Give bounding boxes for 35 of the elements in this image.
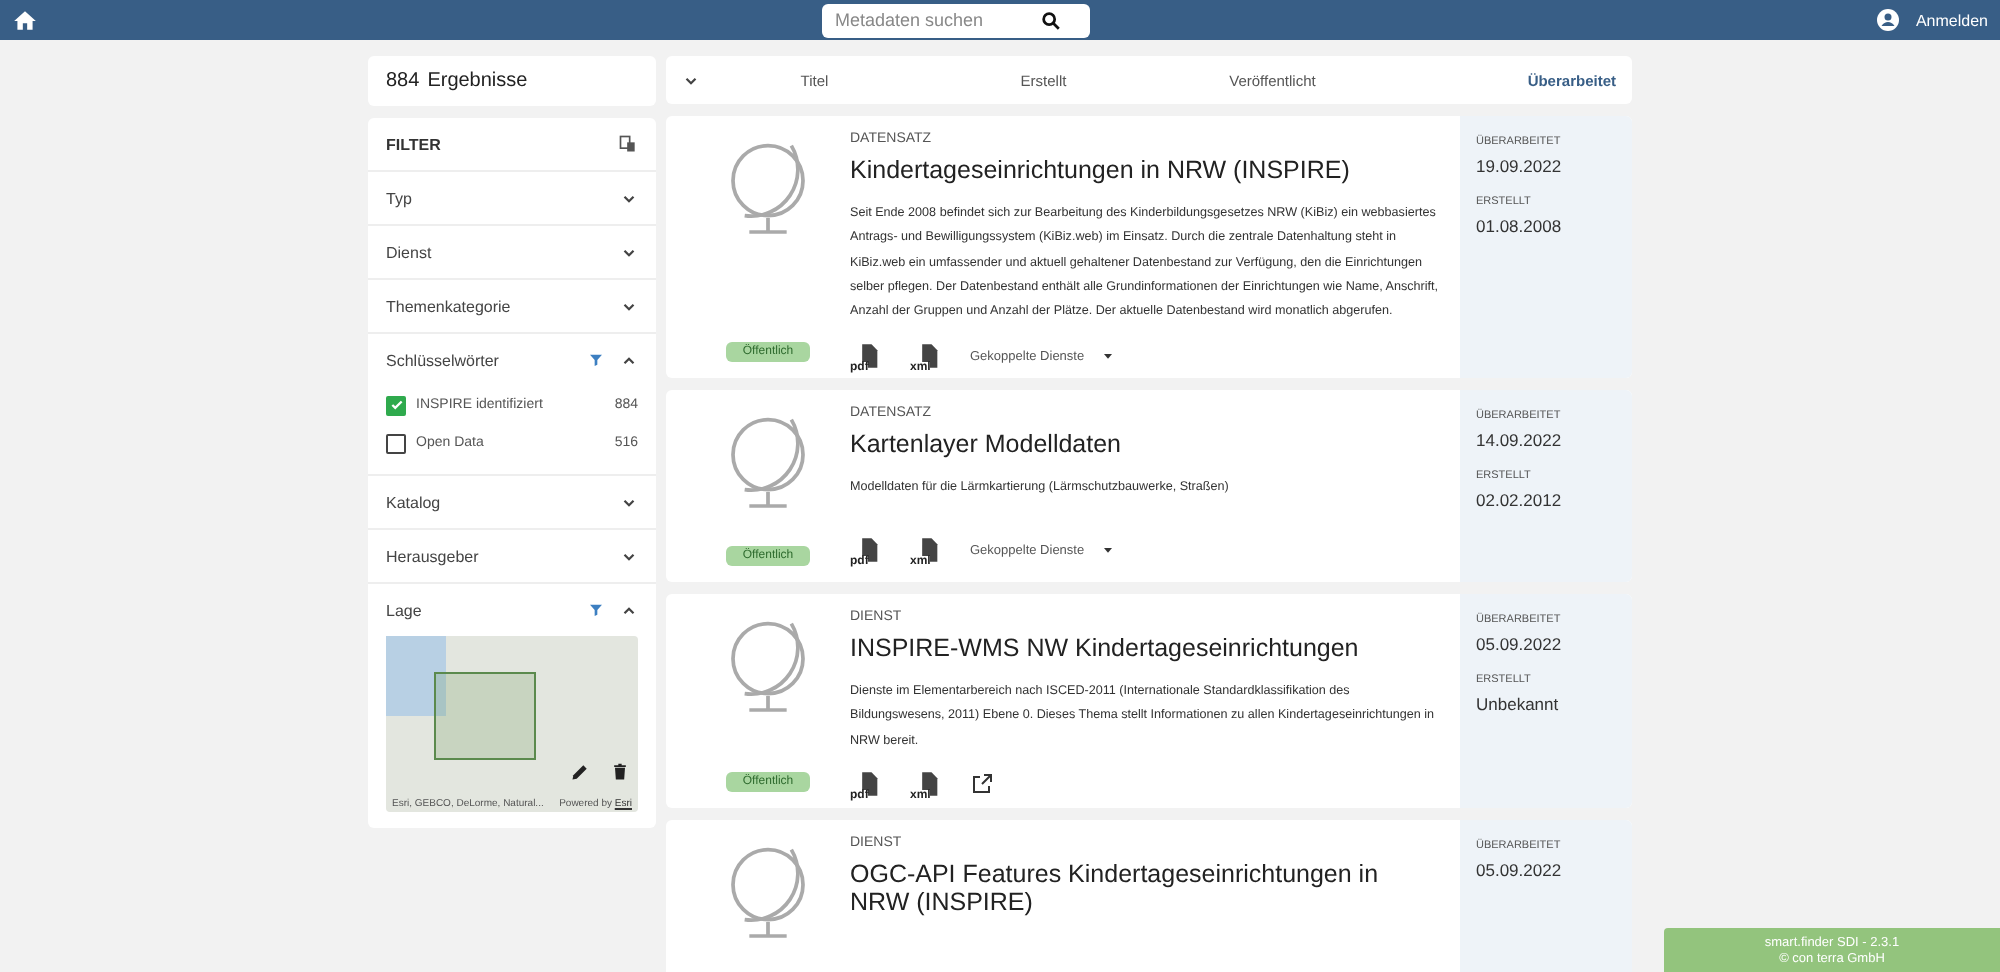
result-count: 884 xyxy=(386,70,420,92)
reset-filter-icon[interactable] xyxy=(618,134,638,154)
date-value: 19.09.2022 xyxy=(1476,156,1564,177)
login-link[interactable]: Anmelden xyxy=(1915,11,1988,29)
filter-section-header[interactable]: Schlüsselwörter xyxy=(368,334,656,386)
checkbox[interactable] xyxy=(386,395,406,415)
date-value: 01.08.2008 xyxy=(1476,216,1564,237)
filter-section-header[interactable]: Katalog xyxy=(368,476,656,528)
record-title[interactable]: INSPIRE-WMS NW Kindertageseinrichtungen xyxy=(850,633,1440,662)
filter-section-header[interactable]: Herausgeber xyxy=(368,530,656,582)
filter-section-header[interactable]: Lage xyxy=(368,584,656,636)
account-icon[interactable] xyxy=(1875,8,1900,32)
date-value: 14.09.2022 xyxy=(1476,429,1564,450)
selection-rectangle[interactable] xyxy=(434,672,536,760)
date-value: Unbekannt xyxy=(1476,693,1561,714)
sea-area xyxy=(386,636,446,716)
checkbox[interactable] xyxy=(386,433,406,453)
external-link-icon[interactable] xyxy=(970,772,994,797)
trash-icon[interactable] xyxy=(610,762,630,782)
record-title[interactable]: OGC-API Features Kindertageseinrichtungen in NRW (INSPIRE) xyxy=(850,860,1440,916)
date-value: 02.02.2012 xyxy=(1476,489,1564,510)
search-icon[interactable] xyxy=(1040,9,1063,31)
results-label: Ergebnisse xyxy=(427,70,528,92)
filter-section-header[interactable]: Dienst xyxy=(368,226,656,278)
filter-title: FILTER xyxy=(386,135,441,153)
filter-section-header[interactable]: Themenkategorie xyxy=(368,280,656,332)
record-title[interactable]: Kartenlayer Modelldaten xyxy=(850,429,1440,458)
date-value: 05.09.2022 xyxy=(1476,633,1564,654)
filter-section-header[interactable]: Typ xyxy=(368,172,656,224)
home-icon[interactable] xyxy=(12,7,38,33)
date-value: 05.09.2022 xyxy=(1476,860,1564,880)
search-field[interactable]: Metadaten suchen xyxy=(822,3,1091,37)
pencil-icon[interactable] xyxy=(570,762,590,782)
record-title[interactable]: Kindertageseinrichtungen in NRW (INSPIRE) xyxy=(850,156,1440,185)
check-icon xyxy=(389,398,403,412)
